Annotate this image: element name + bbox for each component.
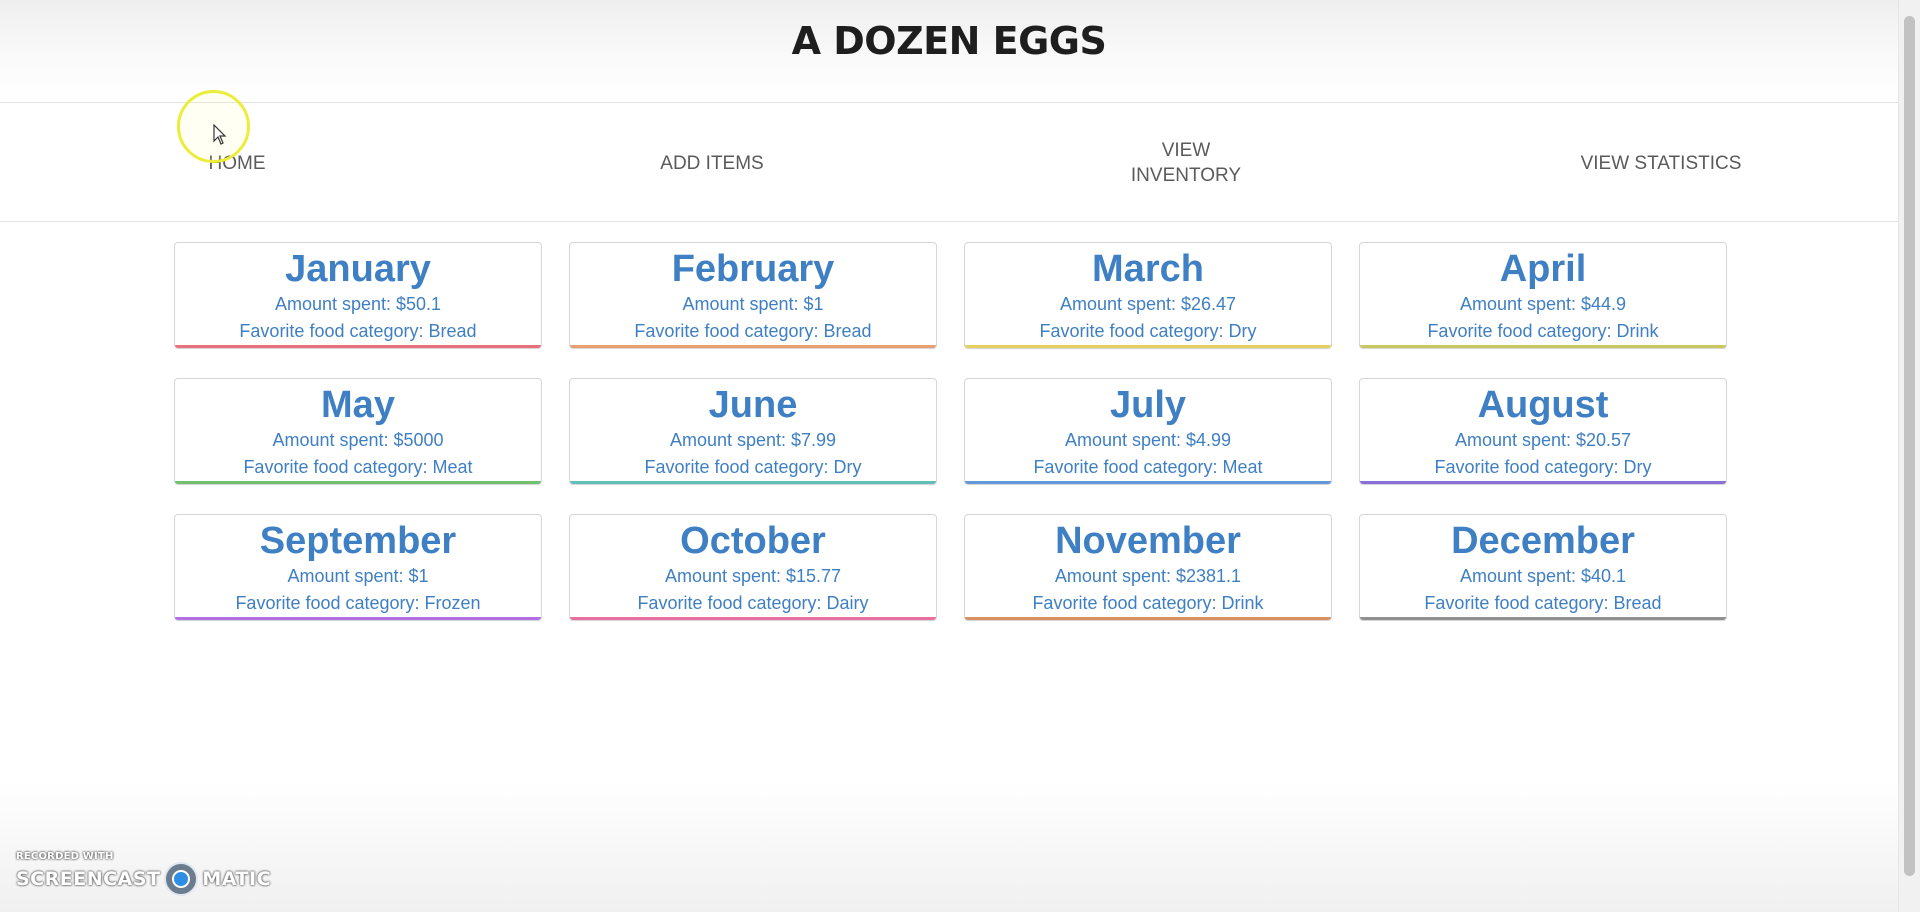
- month-card-december[interactable]: December Amount spent: $40.1 Favorite food…: [1359, 514, 1727, 621]
- screencast-watermark: RECORDED WITH SCREENCAST MATIC: [16, 851, 271, 896]
- amount-spent: Amount spent: $26.47: [1059, 294, 1237, 314]
- amount-spent: Amount spent: $15.77: [664, 566, 842, 586]
- month-title: December: [1451, 520, 1635, 562]
- month-title: May: [321, 384, 395, 426]
- card-accent-bar: [1360, 345, 1726, 348]
- nav-view-statistics-label: VIEW STATISTICS: [1580, 152, 1742, 174]
- nav-view-inventory-link[interactable]: VIEW INVENTORY: [1036, 104, 1336, 222]
- amount-spent: Amount spent: $44.9: [1459, 294, 1627, 314]
- month-card-january[interactable]: January Amount spent: $50.1 Favorite food …: [174, 242, 542, 349]
- favorite-food-category: Favorite food category: Dry: [644, 457, 862, 477]
- favorite-food-category: Favorite food category: Dry: [1039, 321, 1257, 341]
- month-card-october[interactable]: October Amount spent: $15.77 Favorite food…: [569, 514, 937, 621]
- favorite-food-category: Favorite food category: Dry: [1434, 457, 1652, 477]
- amount-spent: Amount spent: $50.1: [274, 294, 442, 314]
- card-accent-bar: [570, 481, 936, 484]
- month-title: September: [259, 520, 457, 562]
- month-card-march[interactable]: March Amount spent: $26.47 Favorite food c…: [964, 242, 1332, 349]
- month-card-grid: January Amount spent: $50.1 Favorite food …: [174, 242, 1727, 621]
- amount-spent: Amount spent: $4.99: [1064, 430, 1232, 450]
- month-card-november[interactable]: November Amount spent: $2381.1 Favorite fo…: [964, 514, 1332, 621]
- month-card-july[interactable]: July Amount spent: $4.99 Favorite food cat…: [964, 378, 1332, 485]
- favorite-food-category: Favorite food category: Meat: [1033, 457, 1263, 477]
- card-accent-bar: [965, 345, 1331, 348]
- month-card-august[interactable]: August Amount spent: $20.57 Favorite food …: [1359, 378, 1727, 485]
- mouse-cursor-icon: [213, 124, 227, 145]
- screencast-logo-icon: [164, 862, 199, 896]
- vertical-scrollbar[interactable]: [1898, 0, 1920, 912]
- watermark-brand-right: MATIC: [202, 868, 272, 890]
- card-accent-bar: [175, 617, 541, 620]
- nav-add-items-link[interactable]: ADD ITEMS: [562, 104, 862, 222]
- favorite-food-category: Favorite food category: Dairy: [637, 593, 869, 613]
- amount-spent: Amount spent: $20.57: [1454, 430, 1632, 450]
- amount-spent: Amount spent: $2381.1: [1054, 566, 1242, 586]
- card-accent-bar: [965, 617, 1331, 620]
- month-card-june[interactable]: June Amount spent: $7.99 Favorite food cat…: [569, 378, 937, 485]
- month-title: March: [1092, 248, 1204, 290]
- card-accent-bar: [570, 345, 936, 348]
- month-card-may[interactable]: May Amount spent: $5000 Favorite food cate…: [174, 378, 542, 485]
- amount-spent: Amount spent: $1: [682, 294, 824, 314]
- site-title: A DOZEN EGGS: [791, 19, 1107, 63]
- nav-view-statistics-link[interactable]: VIEW STATISTICS: [1511, 104, 1811, 222]
- favorite-food-category: Favorite food category: Bread: [634, 321, 872, 341]
- month-title: August: [1477, 384, 1609, 426]
- favorite-food-category: Favorite food category: Bread: [1424, 593, 1662, 613]
- scrollbar-thumb[interactable]: [1904, 16, 1915, 876]
- card-accent-bar: [1360, 481, 1726, 484]
- amount-spent: Amount spent: $7.99: [669, 430, 837, 450]
- site-header: A DOZEN EGGS: [0, 0, 1898, 103]
- card-accent-bar: [965, 481, 1331, 484]
- month-card-april[interactable]: April Amount spent: $44.9 Favorite food ca…: [1359, 242, 1727, 349]
- favorite-food-category: Favorite food category: Frozen: [235, 593, 481, 613]
- month-title: January: [285, 248, 431, 290]
- watermark-recorded-with: RECORDED WITH: [16, 851, 114, 862]
- main-nav: HOME ADD ITEMS VIEW INVENTORY VIEW STATI…: [0, 104, 1898, 222]
- month-title: July: [1109, 384, 1187, 426]
- month-title: February: [671, 248, 835, 290]
- favorite-food-category: Favorite food category: Bread: [239, 321, 477, 341]
- favorite-food-category: Favorite food category: Drink: [1032, 593, 1264, 613]
- amount-spent: Amount spent: $5000: [272, 430, 444, 450]
- card-accent-bar: [175, 345, 541, 348]
- nav-add-items-label: ADD ITEMS: [660, 152, 764, 174]
- month-title: June: [708, 384, 798, 426]
- amount-spent: Amount spent: $40.1: [1459, 566, 1627, 586]
- card-accent-bar: [570, 617, 936, 620]
- month-title: November: [1055, 520, 1241, 562]
- card-accent-bar: [1360, 617, 1726, 620]
- favorite-food-category: Favorite food category: Meat: [243, 457, 473, 477]
- month-card-september[interactable]: September Amount spent: $1 Favorite food c…: [174, 514, 542, 621]
- nav-view-inventory-label: VIEW INVENTORY: [1130, 140, 1242, 186]
- card-accent-bar: [175, 481, 541, 484]
- month-title: October: [680, 520, 826, 562]
- amount-spent: Amount spent: $1: [287, 566, 429, 586]
- month-title: April: [1499, 248, 1587, 290]
- month-card-february[interactable]: February Amount spent: $1 Favorite food ca…: [569, 242, 937, 349]
- favorite-food-category: Favorite food category: Drink: [1427, 321, 1659, 341]
- watermark-brand-left: SCREENCAST: [16, 868, 161, 890]
